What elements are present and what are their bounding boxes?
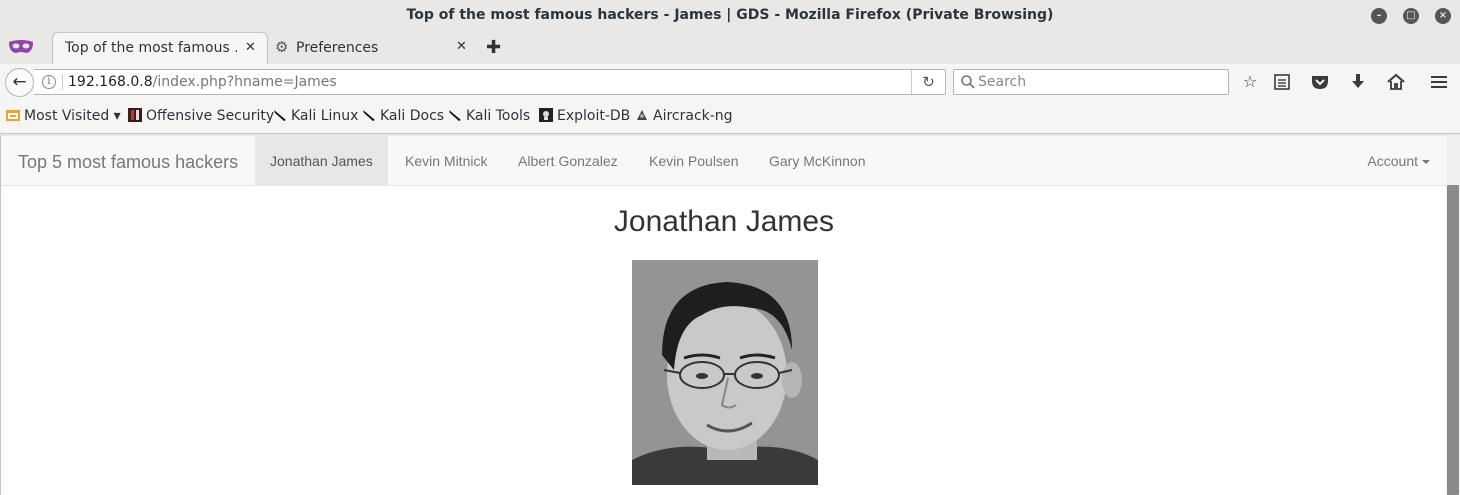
bookmark-label: Most Visited ▾ (24, 108, 121, 124)
hacker-portrait-photo (632, 260, 818, 485)
navigation-toolbar: ← i 192.168.0.8/index.php?hname=James ↻ … (0, 64, 1460, 100)
bookmark-kali-linux[interactable]: Kali Linux (273, 108, 358, 124)
bookmarks-toolbar: Most Visited ▾ Offensive Security Kali L… (0, 100, 1460, 134)
kali-dragon-icon (363, 110, 375, 121)
reload-button[interactable]: ↻ (911, 70, 945, 94)
back-button[interactable]: ← (5, 68, 34, 97)
account-label: Account (1367, 153, 1418, 169)
scrollbar-thumb[interactable] (1447, 185, 1459, 495)
nav-jonathan-james[interactable]: Jonathan James (255, 136, 388, 186)
private-browsing-mask-icon (9, 40, 33, 53)
site-brand[interactable]: Top 5 most famous hackers (18, 152, 238, 173)
gear-icon: ⚙ (275, 38, 289, 56)
window-titlebar: Top of the most famous hackers - James |… (0, 0, 1460, 32)
search-placeholder: Search (978, 74, 1027, 90)
url-separator (62, 74, 63, 90)
nav-albert-gonzalez[interactable]: Albert Gonzalez (518, 136, 618, 186)
page-content: Top 5 most famous hackers Jonathan James… (0, 135, 1447, 495)
page-heading: Jonathan James (613, 205, 835, 238)
bookmark-label: Aircrack-ng (653, 108, 733, 124)
maximize-button[interactable]: □ (1403, 8, 1419, 24)
tab-strip: Top of the most famous ... ✕ ⚙ Preferenc… (0, 32, 1460, 64)
kali-dragon-icon (274, 110, 286, 121)
bookmark-label: Kali Linux (291, 108, 359, 124)
minimize-button[interactable]: – (1371, 8, 1387, 24)
bookmark-label: Offensive Security (146, 108, 275, 124)
tab-hackers[interactable]: Top of the most famous ... ✕ (52, 32, 268, 64)
window-title: Top of the most famous hackers - James |… (406, 7, 1054, 23)
caret-down-icon (1422, 160, 1430, 165)
menu-icon[interactable] (1429, 72, 1449, 92)
page-scrollbar[interactable] (1446, 135, 1460, 495)
url-host: 192.168.0.8 (68, 74, 153, 90)
account-dropdown[interactable]: Account (1367, 136, 1430, 186)
new-tab-button[interactable]: ✚ (486, 37, 501, 58)
aircrack-icon (637, 110, 647, 120)
tab-label: Top of the most famous ... (65, 40, 237, 56)
site-info-icon[interactable]: i (42, 75, 56, 89)
site-navbar: Top 5 most famous hackers Jonathan James… (1, 135, 1447, 186)
bookmark-kali-tools[interactable]: Kali Tools (448, 108, 530, 124)
tab-close-button[interactable]: ✕ (245, 40, 256, 55)
bookmark-star-icon[interactable]: ☆ (1240, 72, 1260, 92)
bookmark-offensive-security[interactable]: Offensive Security (128, 108, 274, 124)
url-path: /index.php?hname=James (152, 74, 337, 90)
bookmark-most-visited[interactable]: Most Visited ▾ (6, 108, 121, 124)
tab-close-button[interactable]: ✕ (456, 39, 467, 54)
bookmark-aircrack-ng[interactable]: Aircrack-ng (635, 108, 733, 124)
search-icon (961, 75, 975, 89)
bookmark-exploit-db[interactable]: Exploit-DB (539, 108, 630, 124)
home-icon[interactable] (1386, 72, 1406, 92)
url-bar[interactable]: i 192.168.0.8/index.php?hname=James ↻ (34, 69, 946, 95)
bookmark-kali-docs[interactable]: Kali Docs (362, 108, 444, 124)
bookmark-label: Kali Docs (380, 108, 445, 124)
offsec-icon (128, 108, 142, 122)
url-text[interactable]: 192.168.0.8/index.php?hname=James (68, 74, 337, 90)
nav-kevin-poulsen[interactable]: Kevin Poulsen (649, 136, 739, 186)
close-window-button[interactable]: × (1435, 8, 1451, 24)
most-visited-icon (6, 110, 20, 121)
nav-gary-mckinnon[interactable]: Gary McKinnon (769, 136, 865, 186)
tab-preferences[interactable]: ⚙ Preferences ✕ (268, 32, 478, 64)
downloads-icon[interactable] (1348, 72, 1368, 92)
search-input[interactable]: Search (953, 69, 1229, 95)
exploit-db-icon (539, 108, 553, 122)
bookmark-label: Kali Tools (466, 108, 531, 124)
reader-list-icon[interactable] (1272, 72, 1292, 92)
bookmark-label: Exploit-DB (557, 108, 631, 124)
kali-dragon-icon (449, 110, 461, 121)
nav-kevin-mitnick[interactable]: Kevin Mitnick (405, 136, 487, 186)
tab-label: Preferences (296, 40, 379, 56)
pocket-icon[interactable] (1310, 72, 1330, 92)
